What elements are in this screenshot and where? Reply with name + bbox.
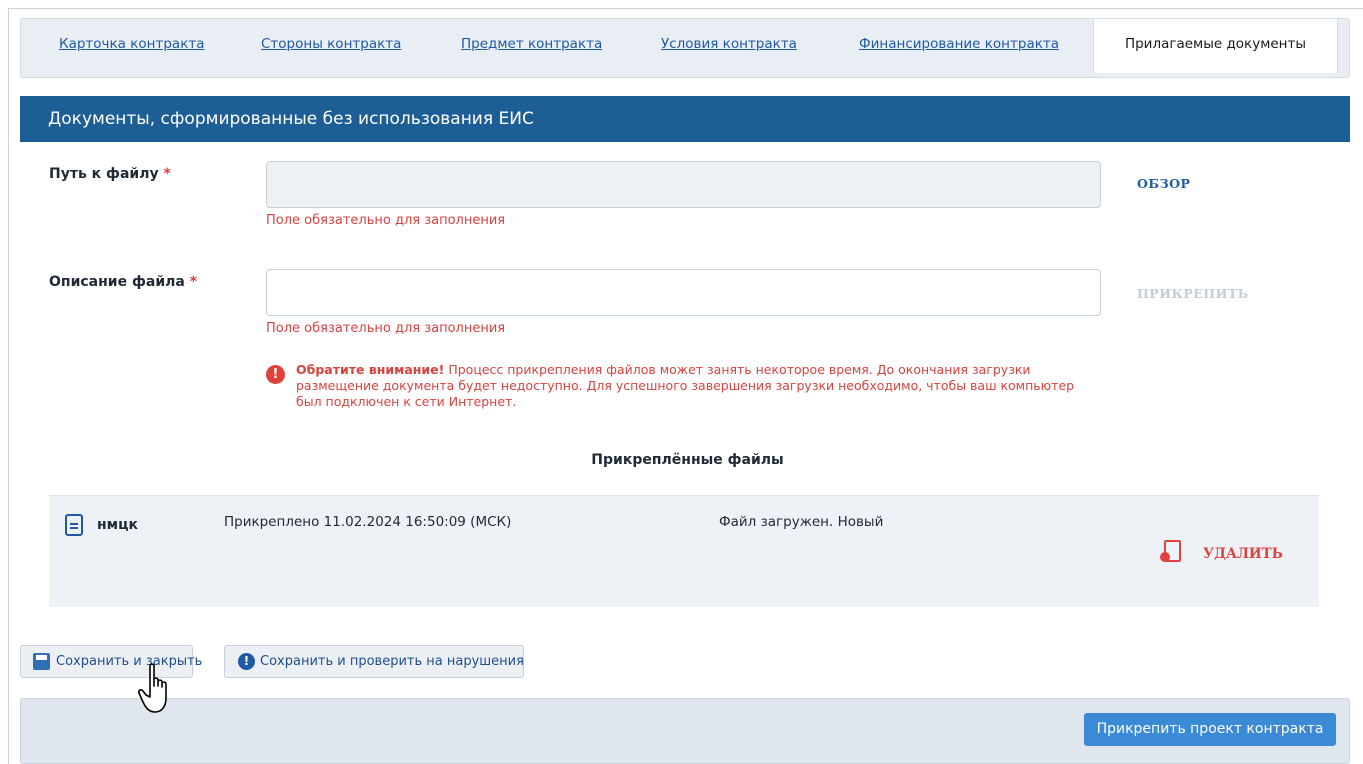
delete-file-icon[interactable] [1160,540,1181,562]
save-and-check-label: Сохранить и проверить на нарушения [260,654,524,669]
notice-text: Обратите внимание! Процесс прикрепления … [296,362,1096,410]
tab-contract-financing[interactable]: Финансирование контракта [859,19,1059,71]
hand-cursor-icon [138,663,167,713]
file-path-label-text: Путь к файлу [49,166,159,182]
file-path-error: Поле обязательно для заполнения [266,213,506,228]
delete-file-button[interactable]: УДАЛИТЬ [1203,546,1283,562]
tab-contract-subject[interactable]: Предмет контракта [461,19,602,71]
notice-title: Обратите внимание! [296,362,445,377]
file-path-input[interactable] [266,161,1101,208]
tab-contract-card[interactable]: Карточка контракта [59,19,204,71]
file-desc-label-text: Описание файла [49,274,185,290]
file-desc-label: Описание файла * [49,274,197,290]
tab-bar: Карточка контракта Стороны контракта Пре… [20,18,1350,78]
attached-files-title: Прикреплённые файлы [591,452,784,468]
section-title: Документы, сформированные без использова… [20,96,1350,142]
tab-attached-documents[interactable]: Прилагаемые документы [1093,19,1338,73]
required-mark: * [163,166,171,182]
attach-contract-project-button[interactable]: Прикрепить проект контракта [1084,713,1336,746]
file-path-label: Путь к файлу * [49,166,171,182]
browse-button[interactable]: ОБЗОР [1137,176,1190,191]
file-desc-error: Поле обязательно для заполнения [266,321,506,336]
floppy-disk-icon [33,653,50,670]
alert-icon: ! [266,365,285,384]
save-and-close-label: Сохранить и закрыть [56,654,203,669]
attached-file-row: нмцк Прикреплено 11.02.2024 16:50:09 (МС… [49,495,1319,607]
attach-button[interactable]: ПРИКРЕПИТЬ [1137,286,1249,301]
file-name-link[interactable]: нмцк [97,517,138,533]
tab-contract-parties[interactable]: Стороны контракта [261,19,401,71]
exclamation-icon: ! [238,653,255,670]
file-attached-date: Прикреплено 11.02.2024 16:50:09 (МСК) [224,514,512,530]
tab-contract-terms[interactable]: Условия контракта [661,19,797,71]
save-and-check-button[interactable]: ! Сохранить и проверить на нарушения [224,645,524,678]
file-status: Файл загружен. Новый [719,514,884,530]
required-mark: * [189,274,198,290]
file-description-input[interactable] [266,269,1101,316]
document-icon [65,514,83,536]
